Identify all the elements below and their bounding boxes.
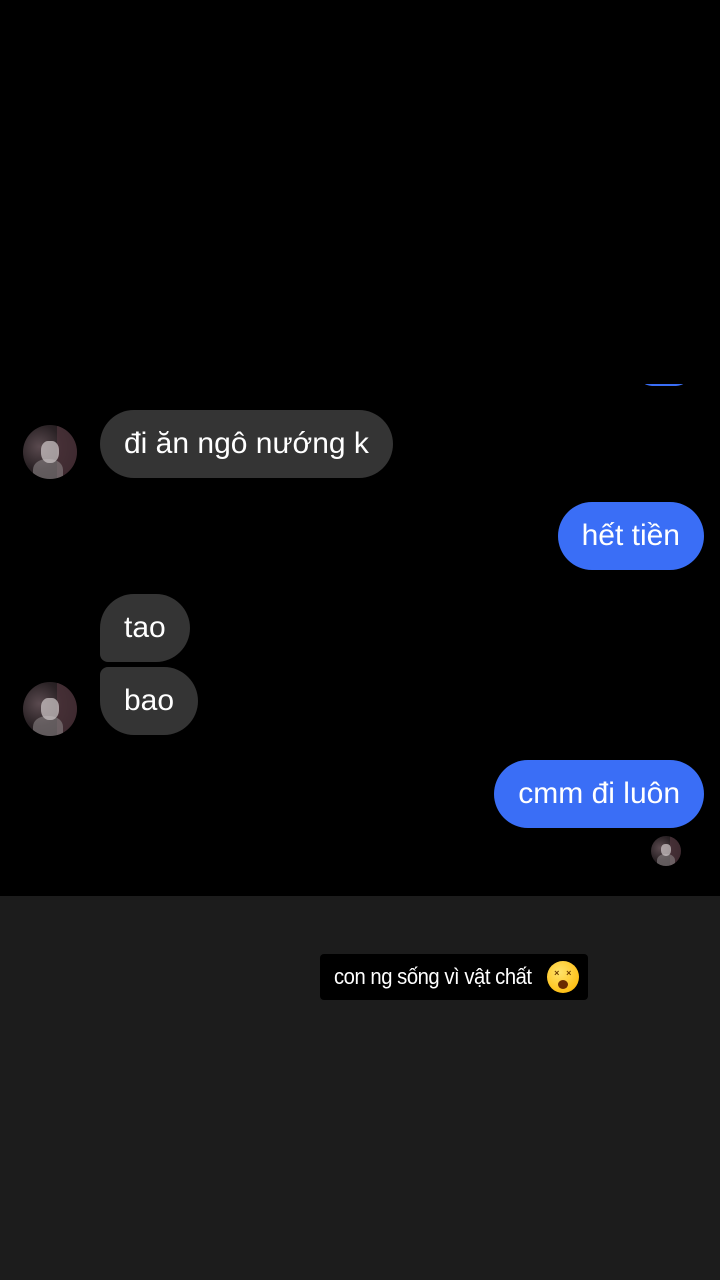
incoming-message-bubble: bao	[100, 667, 199, 735]
chat-screenshot: đi ăn ngô nướng k hết tiền tao bao cmm đ…	[0, 384, 720, 896]
story-screen: đi ăn ngô nướng k hết tiền tao bao cmm đ…	[0, 0, 720, 1280]
contact-avatar	[23, 425, 77, 479]
caption-text: con ng sống vì vật chất	[334, 964, 532, 989]
contact-avatar	[23, 682, 77, 736]
story-caption[interactable]: con ng sống vì vật chất × ×	[320, 954, 588, 1000]
cropped-outgoing-bubble	[638, 384, 690, 386]
dizzy-face-emoji-icon: × ×	[546, 961, 579, 993]
outgoing-message-bubble: hết tiền	[557, 502, 704, 570]
outgoing-message-bubble: cmm đi luôn	[494, 760, 704, 828]
incoming-message-bubble: tao	[100, 594, 190, 662]
story-top-blank	[0, 0, 720, 384]
seen-receipt-avatar	[651, 836, 681, 866]
incoming-message-bubble: đi ăn ngô nướng k	[100, 410, 393, 478]
